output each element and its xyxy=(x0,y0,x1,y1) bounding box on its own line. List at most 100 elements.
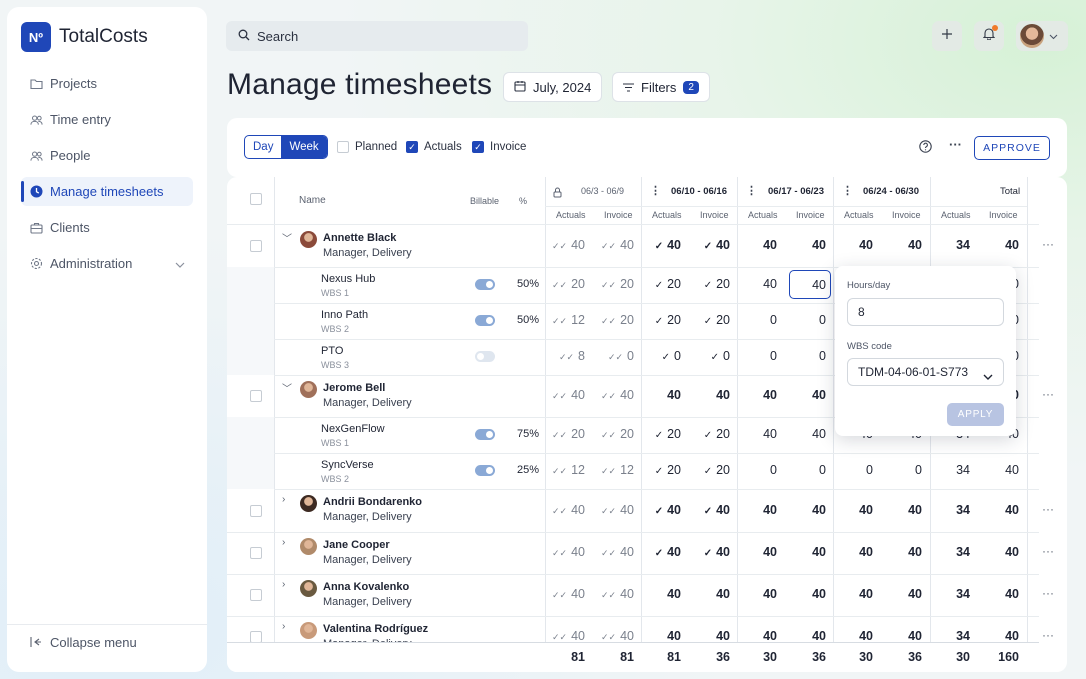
chevron-right-icon[interactable]: › xyxy=(282,579,285,590)
row-more-icon[interactable]: ··· xyxy=(1042,237,1054,251)
hours-cell[interactable]: ✓ 40 xyxy=(686,545,730,559)
hours-cell[interactable]: 40 xyxy=(733,427,777,441)
hours-cell[interactable]: ✓ 0 xyxy=(686,349,730,363)
hours-cell[interactable]: ✓✓ 8 xyxy=(541,349,585,363)
hours-cell[interactable]: ✓ 40 xyxy=(637,545,681,559)
hours-cell[interactable]: 40 xyxy=(829,238,873,252)
row-checkbox[interactable] xyxy=(250,504,262,517)
hours-cell[interactable]: 0 xyxy=(733,463,777,477)
hours-cell[interactable]: 40 xyxy=(782,545,826,559)
hours-cell[interactable]: 40 xyxy=(782,238,826,252)
hours-cell[interactable]: 40 xyxy=(637,388,681,402)
approve-button[interactable]: APPROVE xyxy=(974,136,1050,160)
hours-cell[interactable]: ✓ 20 xyxy=(637,313,681,327)
hours-cell[interactable]: ✓✓ 40 xyxy=(541,388,585,402)
hours-cell[interactable]: 40 xyxy=(782,629,826,643)
hours-cell[interactable]: 40 xyxy=(733,545,777,559)
hours-cell[interactable]: ✓✓ 40 xyxy=(590,503,634,517)
project-name[interactable]: NexGenFlow xyxy=(321,423,385,435)
chevron-right-icon[interactable]: › xyxy=(282,537,285,548)
hours-cell[interactable]: 40 xyxy=(782,388,826,402)
hours-cell[interactable]: ✓✓ 40 xyxy=(590,238,634,252)
hours-cell[interactable]: 40 xyxy=(878,587,922,601)
hours-cell[interactable]: 34 xyxy=(926,545,970,559)
row-checkbox[interactable] xyxy=(250,390,262,402)
hours-cell[interactable]: 40 xyxy=(878,545,922,559)
person-name[interactable]: Annette Black xyxy=(323,232,396,244)
apply-button[interactable]: APPLY xyxy=(947,403,1004,426)
sidebar-item-time-entry[interactable]: Time entry xyxy=(21,105,193,134)
select-all-checkbox[interactable] xyxy=(250,193,262,205)
hours-cell[interactable]: 0 xyxy=(829,463,873,477)
hours-cell[interactable]: 40 xyxy=(829,545,873,559)
hours-cell[interactable]: 0 xyxy=(782,349,826,363)
hours-cell[interactable]: 40 xyxy=(733,629,777,643)
hours-cell[interactable]: ✓✓ 12 xyxy=(541,463,585,477)
column-menu-icon[interactable]: ⋮ xyxy=(650,184,661,197)
hours-cell[interactable]: ✓ 20 xyxy=(686,427,730,441)
actuals-checkbox[interactable]: ✓ Actuals xyxy=(406,141,462,153)
collapse-menu-button[interactable]: Collapse menu xyxy=(30,635,137,650)
hours-cell[interactable]: ✓ 20 xyxy=(637,277,681,291)
row-checkbox[interactable] xyxy=(250,547,262,559)
billable-toggle[interactable] xyxy=(475,351,495,362)
hours-cell[interactable]: 0 xyxy=(782,313,826,327)
hours-cell[interactable]: ✓ 0 xyxy=(637,349,681,363)
hours-cell[interactable]: ✓ 20 xyxy=(686,277,730,291)
planned-checkbox[interactable]: Planned xyxy=(337,141,397,153)
hours-cell[interactable]: 40 xyxy=(829,629,873,643)
hours-cell[interactable]: 40 xyxy=(975,463,1019,477)
hours-cell[interactable]: ✓✓ 40 xyxy=(541,503,585,517)
sidebar-item-manage-timesheets[interactable]: Manage timesheets xyxy=(21,177,193,206)
hours-cell[interactable]: 40 xyxy=(637,587,681,601)
hours-cell[interactable]: ✓ 40 xyxy=(686,238,730,252)
app-logo[interactable]: Nº TotalCosts xyxy=(21,22,148,52)
hours-cell[interactable]: 40 xyxy=(829,503,873,517)
hours-cell[interactable]: 34 xyxy=(926,587,970,601)
hours-cell[interactable]: 40 xyxy=(686,587,730,601)
hours-cell[interactable]: ✓ 40 xyxy=(637,503,681,517)
hours-cell[interactable]: 40 xyxy=(733,503,777,517)
project-name[interactable]: Inno Path xyxy=(321,309,368,321)
view-day-button[interactable]: Day xyxy=(245,136,281,158)
hours-cell[interactable]: ✓✓ 20 xyxy=(541,277,585,291)
hours-cell[interactable]: 40 xyxy=(733,238,777,252)
column-menu-icon[interactable]: ⋮ xyxy=(746,184,757,197)
hours-cell[interactable]: ✓✓ 12 xyxy=(590,463,634,477)
project-name[interactable]: Nexus Hub xyxy=(321,273,375,285)
billable-toggle[interactable] xyxy=(475,465,495,476)
person-name[interactable]: Jane Cooper xyxy=(323,539,390,551)
hours-cell[interactable]: ✓ 40 xyxy=(637,238,681,252)
hours-cell[interactable]: 40 xyxy=(829,587,873,601)
billable-toggle[interactable] xyxy=(475,429,495,440)
hours-cell[interactable]: 40 xyxy=(975,503,1019,517)
chevron-down-icon[interactable]: ﹀ xyxy=(282,380,292,395)
hours-cell[interactable]: 0 xyxy=(878,463,922,477)
row-more-icon[interactable]: ··· xyxy=(1042,586,1054,600)
hours-cell[interactable]: ✓ 20 xyxy=(637,463,681,477)
date-picker-button[interactable]: July, 2024 xyxy=(503,72,603,102)
column-menu-icon[interactable]: ⋮ xyxy=(842,184,853,197)
project-name[interactable]: SyncVerse xyxy=(321,459,374,471)
sidebar-item-people[interactable]: People xyxy=(21,141,193,170)
hours-cell[interactable]: ✓✓ 0 xyxy=(590,349,634,363)
sidebar-item-projects[interactable]: Projects xyxy=(21,69,193,98)
chevron-right-icon[interactable]: › xyxy=(282,494,285,505)
hours-cell[interactable]: ✓✓ 40 xyxy=(590,629,634,643)
wbs-select[interactable]: TDM-04-06-01-S773 xyxy=(847,358,1004,386)
hours-cell[interactable]: ✓✓ 40 xyxy=(541,629,585,643)
user-menu-button[interactable] xyxy=(1016,21,1068,51)
hours-input[interactable]: 8 xyxy=(847,298,1004,326)
hours-cell[interactable]: 34 xyxy=(926,463,970,477)
hours-cell[interactable]: 40 xyxy=(733,587,777,601)
hours-cell[interactable]: ✓✓ 12 xyxy=(541,313,585,327)
hours-cell[interactable]: 40 xyxy=(975,545,1019,559)
billable-toggle[interactable] xyxy=(475,315,495,326)
row-more-icon[interactable]: ··· xyxy=(1042,387,1054,401)
hours-cell[interactable]: 40 xyxy=(686,629,730,643)
sidebar-item-administration[interactable]: Administration xyxy=(21,249,193,278)
active-cell-input[interactable]: 40 xyxy=(789,270,831,299)
chevron-right-icon[interactable]: › xyxy=(282,621,285,632)
chevron-down-icon[interactable]: ﹀ xyxy=(282,230,292,245)
column-header-name[interactable]: Name xyxy=(299,195,326,206)
